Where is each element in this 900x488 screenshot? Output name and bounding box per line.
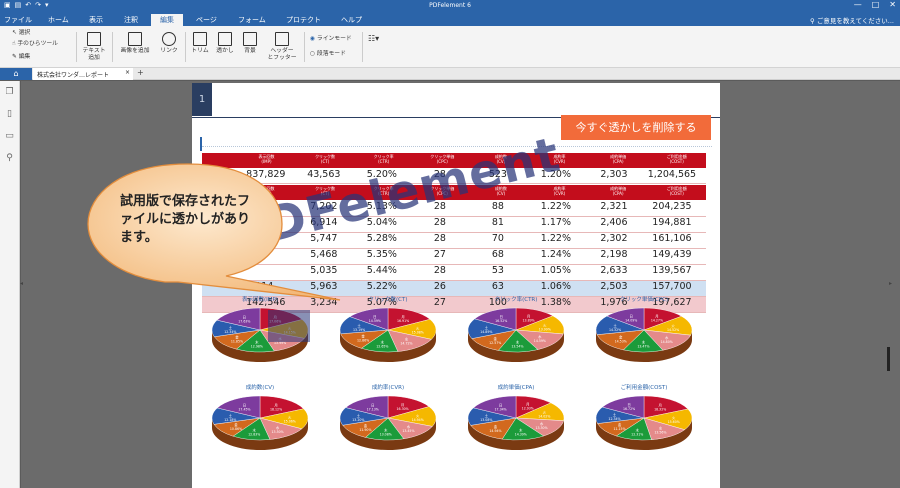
callout-text: 試用版で保存されたファイルに透かしがあります。 [120,194,251,245]
